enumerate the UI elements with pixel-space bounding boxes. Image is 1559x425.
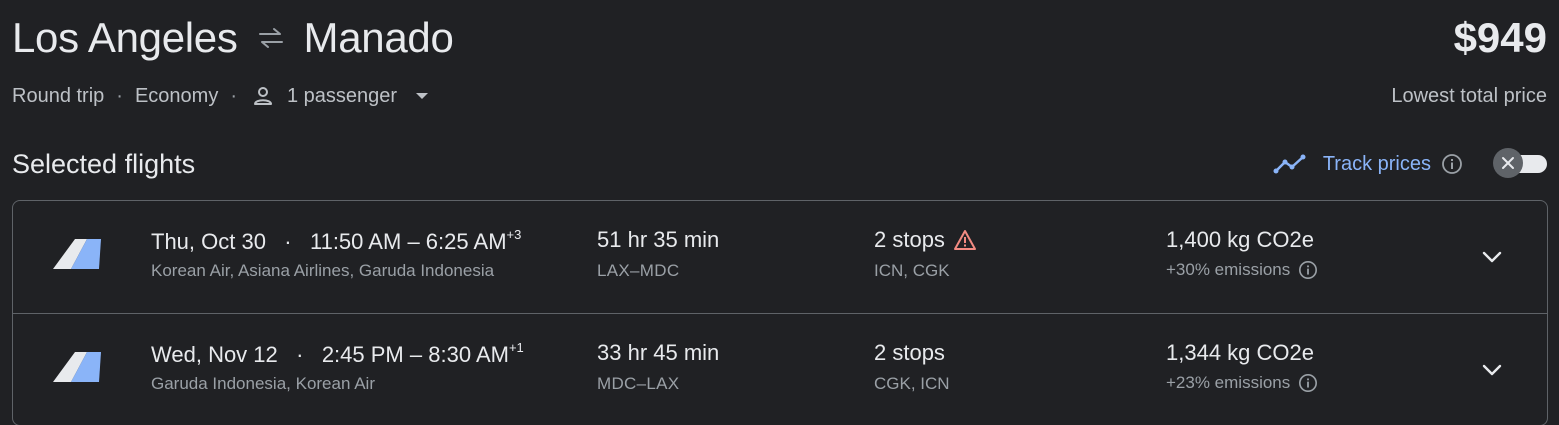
flight-summary-page: Los Angeles Manado $949 Round trip · Eco… — [0, 0, 1559, 425]
swap-arrows-icon — [256, 27, 286, 49]
arrival-time: 8:30 AM — [428, 342, 509, 367]
emissions-text: +23% emissions — [1166, 373, 1291, 392]
separator-dot: · — [116, 84, 123, 107]
trip-type: Round trip — [12, 84, 105, 107]
airline-names: Korean Air, Asiana Airlines, Garuda Indo… — [151, 261, 495, 280]
stops-info: 2 stops — [874, 340, 945, 366]
emissions-text: +30% emissions — [1166, 260, 1291, 279]
info-icon[interactable] — [1441, 153, 1463, 175]
day-offset: +3 — [506, 227, 522, 242]
emissions-delta: +30% emissions — [1166, 260, 1318, 280]
chevron-down-icon[interactable] — [1476, 354, 1508, 386]
flight-duration: 33 hr 45 min — [597, 340, 720, 365]
close-icon — [1502, 157, 1514, 169]
info-icon[interactable] — [1298, 373, 1318, 393]
track-prices-toggle[interactable] — [1493, 148, 1547, 178]
passenger-count: 1 passenger — [287, 84, 398, 107]
passenger-selector[interactable]: 1 passenger — [287, 85, 429, 108]
route-codes: MDC–LAX — [597, 374, 680, 393]
flight-times: Thu, Oct 30 · 11:50 AM – 6:25 AM+3 — [151, 227, 521, 255]
co2-amount: 1,344 kg CO2e — [1166, 340, 1314, 365]
destination-city: Manado — [303, 14, 454, 61]
airline-names: Garuda Indonesia, Korean Air — [151, 374, 375, 393]
toggle-knob — [1493, 148, 1523, 178]
person-icon — [251, 84, 275, 108]
multi-airline-logo — [51, 348, 105, 389]
price-note: Lowest total price — [1391, 85, 1547, 107]
trip-options: Round trip · Economy · 1 passenger — [12, 80, 429, 112]
day-offset: +1 — [508, 340, 524, 355]
chevron-down-icon[interactable] — [1476, 241, 1508, 273]
cabin-class: Economy — [134, 84, 219, 107]
stop-airports: ICN, CGK — [874, 261, 950, 280]
separator-dot: · — [272, 229, 304, 254]
time-dash: – — [409, 342, 429, 367]
multi-airline-logo — [51, 235, 105, 276]
departure-time: 2:45 PM — [321, 342, 404, 367]
separator-dot: · — [230, 84, 237, 107]
origin-city: Los Angeles — [12, 14, 238, 61]
info-icon[interactable] — [1298, 260, 1318, 280]
stops-info: 2 stops — [874, 227, 977, 253]
emissions-delta: +23% emissions — [1166, 373, 1318, 393]
route-heading: Los Angeles Manado — [12, 12, 454, 64]
flight-date: Wed, Nov 12 — [151, 342, 278, 367]
stops-count: 2 stops — [874, 227, 945, 252]
trend-line-icon — [1273, 154, 1309, 174]
route-codes: LAX–MDC — [597, 261, 680, 280]
section-title: Selected flights — [12, 149, 196, 179]
stop-airports: CGK, ICN — [874, 374, 950, 393]
flight-row-return[interactable]: Wed, Nov 12 · 2:45 PM – 8:30 AM+1 Garuda… — [13, 313, 1547, 425]
track-prices-label: Track prices — [1322, 152, 1431, 175]
flight-row-outbound[interactable]: Thu, Oct 30 · 11:50 AM – 6:25 AM+3 Korea… — [13, 201, 1547, 313]
stops-count: 2 stops — [874, 340, 945, 365]
separator-dot: · — [283, 342, 316, 367]
co2-amount: 1,400 kg CO2e — [1166, 227, 1314, 252]
selected-flights-list: Thu, Oct 30 · 11:50 AM – 6:25 AM+3 Korea… — [12, 200, 1548, 425]
total-price: $949 — [1453, 14, 1547, 61]
track-prices[interactable]: Track prices — [1273, 148, 1463, 180]
flight-date: Thu, Oct 30 — [151, 229, 266, 254]
departure-time: 11:50 AM — [309, 229, 402, 254]
flight-duration: 51 hr 35 min — [597, 227, 720, 252]
caret-down-icon — [415, 92, 429, 100]
flight-times: Wed, Nov 12 · 2:45 PM – 8:30 AM+1 — [151, 340, 524, 368]
arrival-time: 6:25 AM — [425, 229, 507, 254]
warning-triangle-icon — [953, 229, 977, 251]
time-dash: – — [407, 229, 426, 254]
